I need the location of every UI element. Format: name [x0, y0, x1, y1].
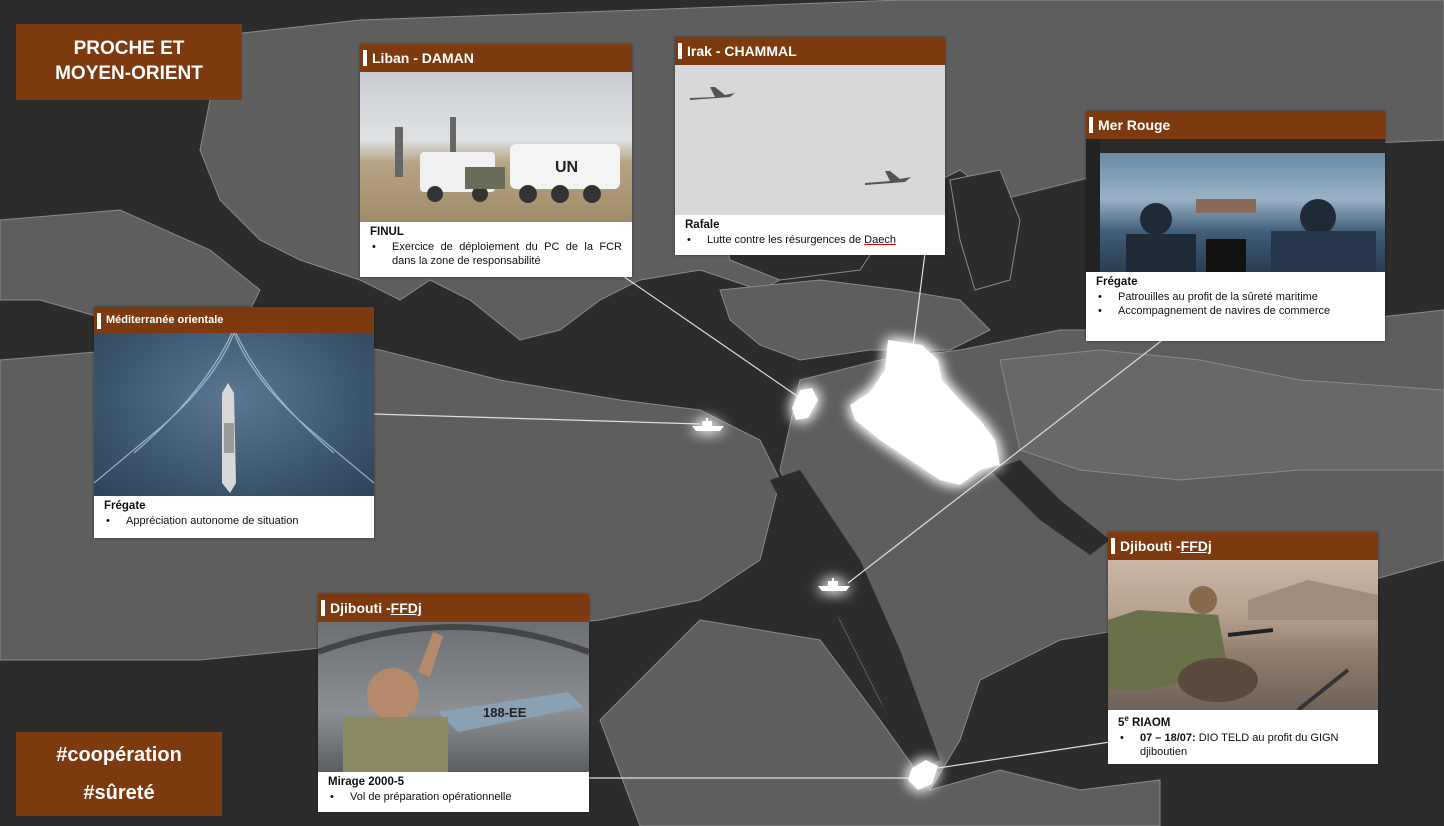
sniper-training-photo — [1108, 560, 1378, 710]
hashtags-box: #coopération #sûreté — [16, 732, 222, 816]
card-irak: Irak - CHAMMAL Rafale Lutte contre les r… — [675, 37, 945, 255]
fighter-jet-icon — [690, 87, 735, 100]
marine-lookouts-photo — [1086, 139, 1385, 272]
card-djibouti-riaom-subtitle: 5e RIAOM — [1118, 714, 1171, 729]
fighter-jet-icon — [865, 171, 911, 185]
title-line-2: MOYEN-ORIENT — [55, 63, 203, 84]
list-item: Appréciation autonome de situation — [104, 514, 364, 529]
list-item: Exercice de déploiement du PC de la FCR … — [370, 240, 622, 269]
list-item: 07 – 18/07: DIO TELD au profit du GIGN d… — [1118, 731, 1368, 760]
mirage-pilot-photo: 188-EE — [318, 622, 589, 772]
list-item: Vol de préparation opérationnelle — [328, 790, 579, 805]
list-item: Lutte contre les résurgences de Daech — [685, 233, 935, 248]
card-liban: Liban - DAMAN UN FINUL Exercice de déplo… — [360, 44, 632, 277]
card-liban-subtitle: FINUL — [370, 226, 404, 238]
fighter-jets-photo — [675, 65, 945, 215]
card-djibouti-mirage: Djibouti - FFDj 188-EE Mirage 2000-5 Vol… — [318, 594, 589, 812]
card-mer-rouge-subtitle: Frégate — [1096, 276, 1138, 288]
card-mediterranee: Méditerranée orientale Frégate Appréciat… — [94, 307, 374, 538]
list-item: Patrouilles au profit de la sûreté marit… — [1096, 290, 1375, 305]
title-line-1: PROCHE ET — [73, 38, 185, 60]
svg-text:188-EE: 188-EE — [483, 705, 527, 720]
frigate-wake-photo — [94, 333, 374, 496]
card-mediterranee-title: Méditerranée orientale — [94, 307, 374, 333]
hashtag-surete: #sûreté — [83, 782, 155, 804]
card-irak-subtitle: Rafale — [685, 219, 720, 231]
hashtag-cooperation: #coopération — [56, 744, 182, 766]
card-liban-title: Liban - DAMAN — [360, 44, 632, 72]
card-mer-rouge: Mer Rouge Frégate Patrouilles au profit … — [1086, 111, 1385, 341]
card-djibouti-mirage-subtitle: Mirage 2000-5 — [328, 776, 405, 788]
card-mer-rouge-title: Mer Rouge — [1086, 111, 1385, 139]
card-djibouti-riaom-title: Djibouti - FFDj — [1108, 532, 1378, 560]
card-irak-title: Irak - CHAMMAL — [675, 37, 945, 65]
list-item: Accompagnement de navires de commerce — [1096, 304, 1375, 319]
svg-text:UN: UN — [555, 159, 578, 176]
un-armored-vehicles-photo: UN — [360, 72, 632, 222]
card-djibouti-mirage-title: Djibouti - FFDj — [318, 594, 589, 622]
card-mediterranee-subtitle: Frégate — [104, 500, 146, 512]
page-title: PROCHE ET MOYEN-ORIENT — [16, 24, 242, 100]
card-djibouti-riaom: Djibouti - FFDj 5e RIAOM 07 – 18/07: DIO… — [1108, 532, 1378, 764]
